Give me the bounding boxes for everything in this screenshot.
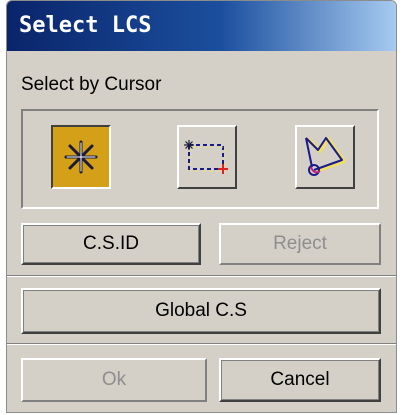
- cancel-button[interactable]: Cancel: [219, 358, 381, 402]
- separator-top: [7, 275, 396, 277]
- polygon-select-icon: [305, 137, 346, 176]
- cursor-mode-panel: [21, 109, 379, 209]
- dialog-title: Select LCS: [19, 13, 152, 38]
- reject-button[interactable]: Reject: [219, 223, 381, 265]
- box-select-icon: [184, 140, 228, 174]
- dialog-title-bar[interactable]: Select LCS: [7, 1, 396, 51]
- global-cs-button[interactable]: Global C.S: [21, 288, 381, 334]
- csid-button[interactable]: C.S.ID: [21, 223, 201, 265]
- polygon-select-button[interactable]: [295, 125, 355, 189]
- select-lcs-dialog: Select LCS Select by Cursor C.S.ID Rejec…: [6, 0, 397, 413]
- separator-bottom: [7, 343, 396, 345]
- box-select-button[interactable]: [177, 125, 237, 189]
- ok-button[interactable]: Ok: [21, 358, 207, 402]
- select-by-cursor-label: Select by Cursor: [21, 74, 162, 95]
- asterisk-select-icon: [64, 140, 98, 174]
- asterisk-select-button[interactable]: [51, 125, 111, 189]
